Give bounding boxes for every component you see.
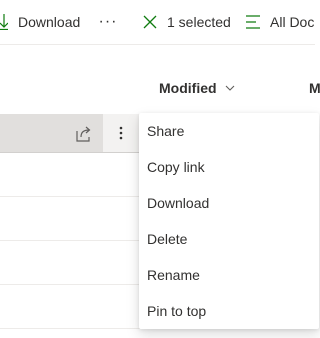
menu-item-download[interactable]: Download (139, 185, 319, 221)
close-icon (143, 15, 157, 29)
download-icon (0, 14, 8, 30)
view-name-label: All Doc (270, 14, 315, 30)
column-header-modified-label: Modified (159, 80, 217, 96)
view-switcher-button[interactable]: All Doc (245, 0, 314, 44)
column-header-next-label: M (309, 80, 320, 96)
column-header-row: Modified M (0, 68, 320, 110)
context-menu: Share Copy link Download Delete Rename P… (139, 113, 319, 329)
download-button[interactable]: Download (0, 0, 80, 44)
chevron-down-icon (225, 85, 234, 91)
column-header-modified[interactable]: Modified (159, 80, 235, 96)
share-icon[interactable] (75, 125, 93, 143)
column-header-next[interactable]: M (309, 80, 320, 96)
menu-item-delete[interactable]: Delete (139, 221, 319, 257)
command-bar: Download ··· 1 selected All Doc (0, 0, 315, 45)
clear-selection-button[interactable]: 1 selected (143, 0, 231, 44)
selected-count-label: 1 selected (167, 14, 231, 30)
menu-item-rename[interactable]: Rename (139, 257, 319, 293)
download-label: Download (18, 14, 81, 30)
more-actions-button[interactable]: ··· (98, 0, 118, 44)
row-more-actions-button[interactable] (103, 114, 139, 152)
menu-item-copy-link[interactable]: Copy link (139, 149, 319, 185)
ellipsis-icon: ··· (98, 13, 118, 30)
list-view-icon (246, 15, 260, 29)
vertical-ellipsis-icon (119, 126, 123, 140)
menu-item-share[interactable]: Share (139, 113, 319, 149)
menu-item-pin-to-top[interactable]: Pin to top (139, 293, 319, 329)
